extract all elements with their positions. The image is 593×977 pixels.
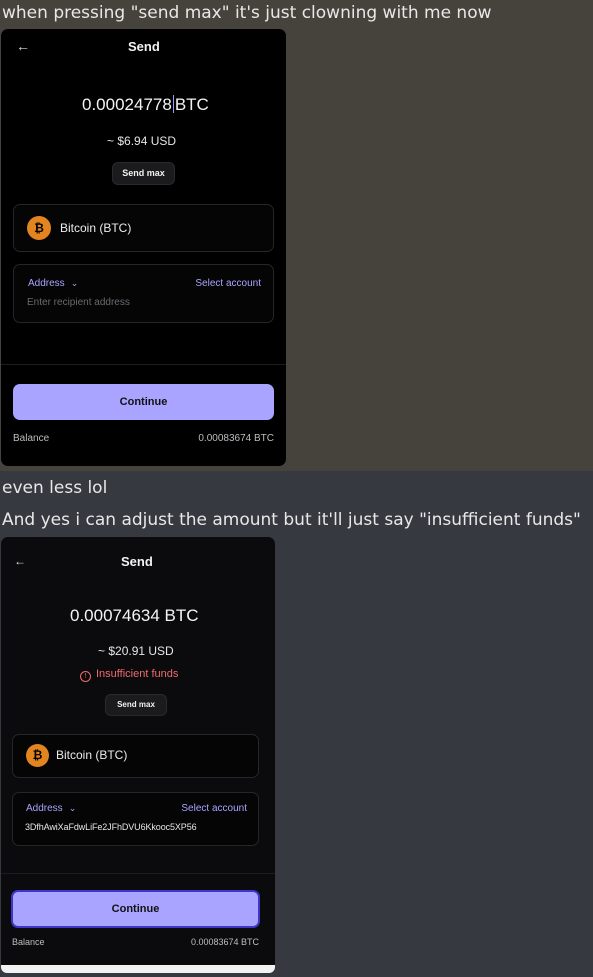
- continue-button[interactable]: Continue: [11, 890, 260, 928]
- address-label: Address: [28, 278, 65, 289]
- back-arrow-icon[interactable]: ←: [14, 554, 26, 568]
- divider: [1, 873, 275, 874]
- send-screenshot-2: ← Send 0.00074634 BTC ~ $20.91 USD ! Insu…: [1, 537, 275, 973]
- address-type-dropdown[interactable]: Address ⌄: [26, 803, 76, 814]
- recipient-address-input[interactable]: Enter recipient address: [27, 297, 130, 308]
- chat-message-3: And yes i can adjust the amount but it'l…: [2, 510, 581, 530]
- address-type-dropdown[interactable]: Address ⌄: [28, 278, 78, 289]
- select-account-link[interactable]: Select account: [181, 803, 247, 814]
- coin-selector[interactable]: ₿ Bitcoin (BTC): [12, 734, 259, 778]
- chat-message-1: when pressing "send max" it's just clown…: [2, 3, 492, 23]
- divider: [1, 364, 286, 365]
- chevron-down-icon: ⌄: [70, 278, 79, 288]
- amount-value: 0.00024778: [82, 95, 172, 114]
- screen-title: Send: [128, 39, 160, 54]
- amount-unit: BTC: [174, 95, 209, 114]
- warning-text: Insufficient funds: [96, 668, 179, 680]
- insufficient-funds-warning: ! Insufficient funds: [80, 668, 178, 682]
- balance-value: 0.00083674 BTC: [198, 433, 274, 444]
- address-card: Address ⌄ Select account 3DfhAwiXaFdwLiFe…: [12, 792, 259, 846]
- back-arrow-icon[interactable]: ←: [16, 38, 30, 54]
- bitcoin-icon: ₿: [27, 216, 51, 240]
- select-account-link[interactable]: Select account: [195, 278, 261, 289]
- amount-input[interactable]: 0.00024778 BTC: [82, 95, 209, 115]
- address-label: Address: [26, 803, 63, 814]
- balance-label: Balance: [13, 433, 50, 444]
- bitcoin-icon: ₿: [26, 744, 49, 767]
- screen-title: Send: [121, 554, 153, 569]
- text-caret: [172, 95, 174, 113]
- balance-label: Balance: [12, 937, 45, 947]
- usd-equivalent: ~ $6.94 USD: [107, 134, 177, 148]
- usd-equivalent: ~ $20.91 USD: [98, 644, 174, 658]
- chevron-down-icon: ⌄: [68, 803, 77, 813]
- warning-icon: !: [80, 671, 91, 682]
- amount-input[interactable]: 0.00074634 BTC: [70, 606, 199, 626]
- continue-button[interactable]: Continue: [13, 384, 274, 420]
- recipient-address-input[interactable]: 3DfhAwiXaFdwLiFe2JFhDVU6Kkooc5XP56: [25, 822, 197, 832]
- coin-selector[interactable]: ₿ Bitcoin (BTC): [13, 204, 274, 252]
- address-card: Address ⌄ Select account Enter recipient …: [13, 264, 274, 323]
- coin-label: Bitcoin (BTC): [56, 748, 128, 762]
- send-screenshot-1: ← Send 0.00024778 BTC ~ $6.94 USD Send ma…: [1, 29, 286, 466]
- screenshot-bottom-edge: [1, 965, 275, 973]
- chat-message-2: even less lol: [2, 478, 108, 498]
- send-max-button[interactable]: Send max: [112, 162, 175, 185]
- coin-label: Bitcoin (BTC): [60, 221, 132, 235]
- balance-value: 0.00083674 BTC: [190, 937, 259, 947]
- send-max-button[interactable]: Send max: [105, 694, 167, 716]
